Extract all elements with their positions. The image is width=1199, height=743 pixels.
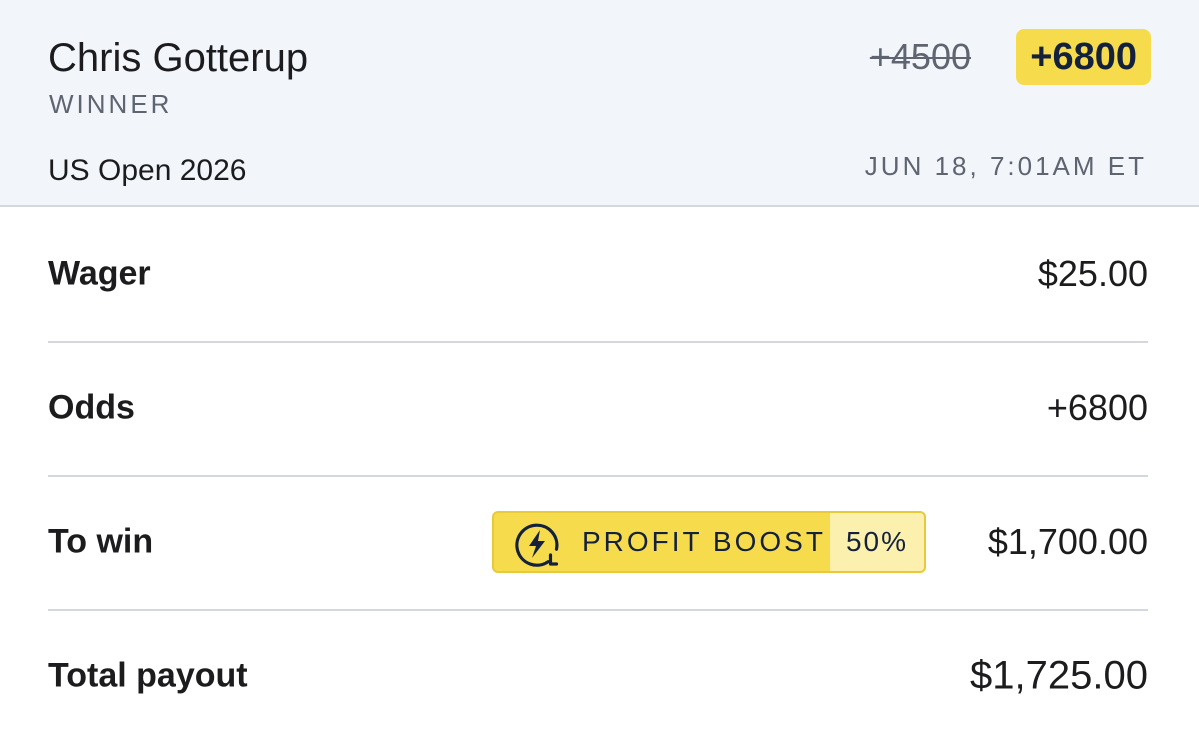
profit-boost-percent: 50% — [830, 513, 924, 571]
total-payout-row: Total payout $1,725.00 — [48, 609, 1148, 743]
total-payout-value: $1,725.00 — [970, 653, 1148, 698]
event-datetime: JUN 18, 7:01AM ET — [864, 151, 1147, 181]
wager-row: Wager $25.00 — [48, 207, 1148, 343]
event-name: US Open 2026 — [48, 154, 247, 187]
odds-label: Odds — [48, 388, 135, 427]
market-type: WINNER — [49, 89, 173, 119]
to-win-value: $1,700.00 — [987, 521, 1148, 562]
lightning-bolt-icon — [515, 523, 559, 567]
profit-boost-label: PROFIT BOOST — [582, 526, 826, 557]
bet-header: Chris Gotterup WINNER US Open 2026 JUN 1… — [0, 0, 1199, 207]
to-win-row: To win PROFIT BOOST 50% $1,700.00 — [48, 475, 1148, 611]
odds-value: +6800 — [1046, 387, 1148, 428]
total-payout-label: Total payout — [48, 656, 248, 695]
original-odds: +4500 — [869, 36, 971, 77]
player-name: Chris Gotterup — [48, 36, 309, 80]
to-win-label: To win — [48, 522, 154, 561]
wager-label: Wager — [48, 254, 151, 293]
wager-value: $25.00 — [1037, 253, 1148, 294]
profit-boost-badge: PROFIT BOOST 50% — [492, 511, 926, 573]
boosted-odds-badge: +6800 — [1016, 29, 1151, 85]
odds-row: Odds +6800 — [48, 341, 1148, 477]
